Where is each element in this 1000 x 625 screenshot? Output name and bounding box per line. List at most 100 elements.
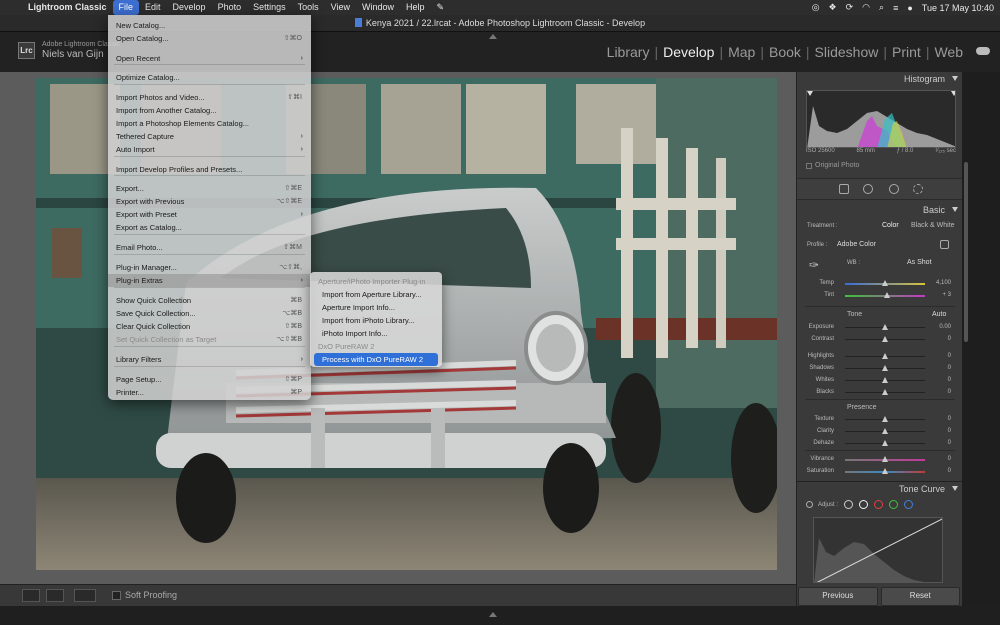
wb-select[interactable]: As Shot bbox=[907, 259, 932, 266]
file-menu-item[interactable]: Export with Preset › bbox=[108, 208, 311, 221]
green-channel-icon[interactable] bbox=[889, 500, 898, 509]
control-center-icon[interactable]: ≡ bbox=[893, 3, 898, 13]
submenu-item[interactable]: Import from Aperture Library... bbox=[314, 288, 438, 301]
menu-photo[interactable]: Photo bbox=[212, 0, 248, 15]
histogram-header[interactable]: Histogram bbox=[797, 72, 963, 86]
slider-knob[interactable] bbox=[882, 280, 888, 286]
file-menu-item[interactable]: Page Setup... ⇧⌘P bbox=[108, 373, 311, 386]
slider-knob[interactable] bbox=[882, 440, 888, 446]
module-book[interactable]: Book bbox=[764, 44, 806, 60]
wifi-icon[interactable]: ◠ bbox=[862, 2, 870, 13]
file-menu-item[interactable]: New Catalog... bbox=[108, 19, 311, 32]
right-panel-scrollbar[interactable] bbox=[962, 72, 1000, 606]
slider-value[interactable]: 0 bbox=[948, 416, 951, 422]
slider-knob[interactable] bbox=[882, 365, 888, 371]
slider-value[interactable]: 0 bbox=[948, 468, 951, 474]
before-after-swap-button[interactable] bbox=[74, 589, 96, 602]
menu-tools[interactable]: Tools bbox=[292, 0, 325, 15]
module-develop[interactable]: Develop bbox=[658, 44, 719, 60]
reset-button[interactable]: Reset bbox=[880, 587, 960, 606]
collapse-top-panel-icon[interactable] bbox=[489, 34, 497, 39]
slider-knob[interactable] bbox=[882, 456, 888, 462]
slider-value[interactable]: 0 bbox=[948, 389, 951, 395]
slider-value[interactable]: + 3 bbox=[942, 292, 951, 298]
healing-icon[interactable] bbox=[863, 184, 873, 194]
red-eye-icon[interactable] bbox=[889, 184, 899, 194]
loupe-view-button[interactable] bbox=[22, 589, 40, 602]
module-print[interactable]: Print bbox=[887, 44, 926, 60]
profile-select[interactable]: Adobe Color bbox=[837, 241, 876, 248]
file-menu-item[interactable]: Email Photo... ⇧⌘M bbox=[108, 241, 311, 254]
file-menu-item[interactable]: Optimize Catalog... bbox=[108, 71, 311, 84]
menu-develop[interactable]: Develop bbox=[167, 0, 212, 15]
slider-knob[interactable] bbox=[883, 292, 890, 298]
file-menu-item[interactable]: Plug-in Manager... ⌥⇧⌘, bbox=[108, 261, 311, 274]
tone-auto-button[interactable]: Auto bbox=[932, 311, 946, 318]
point-curve-icon[interactable] bbox=[859, 500, 868, 509]
slider-knob[interactable] bbox=[882, 468, 888, 474]
menu-app[interactable]: Lightroom Classic bbox=[22, 0, 113, 15]
submenu-item[interactable]: Process with DxO PureRAW 2 bbox=[314, 353, 438, 366]
menu-view[interactable]: View bbox=[325, 0, 356, 15]
treatment-bw[interactable]: Black & White bbox=[911, 222, 955, 229]
slider-knob[interactable] bbox=[882, 416, 888, 422]
file-menu-item[interactable]: Clear Quick Collection ⇧⌘B bbox=[108, 320, 311, 333]
menu-edit[interactable]: Edit bbox=[139, 0, 167, 15]
clock[interactable]: Tue 17 May 10:40 bbox=[922, 3, 994, 13]
slider-value[interactable]: 0 bbox=[948, 456, 951, 462]
slider-value[interactable]: 0 bbox=[948, 440, 951, 446]
submenu-item[interactable]: Aperture Import Info... bbox=[314, 301, 438, 314]
slider-value[interactable]: 0 bbox=[948, 428, 951, 434]
file-menu-item[interactable]: Export as Catalog... bbox=[108, 221, 311, 234]
slider-knob[interactable] bbox=[882, 336, 888, 342]
tone-curve-graph[interactable] bbox=[813, 517, 943, 583]
before-after-button[interactable] bbox=[46, 589, 64, 602]
file-menu-item[interactable]: Save Quick Collection... ⌥⌘B bbox=[108, 307, 311, 320]
slider-value[interactable]: 0 bbox=[948, 377, 951, 383]
scrollbar-thumb[interactable] bbox=[964, 162, 968, 342]
crop-icon[interactable] bbox=[839, 184, 849, 194]
menu-file[interactable]: File bbox=[112, 0, 140, 15]
original-photo-toggle[interactable]: Original Photo bbox=[806, 162, 859, 169]
treatment-color[interactable]: Color bbox=[882, 222, 899, 229]
slider-knob[interactable] bbox=[882, 324, 888, 330]
submenu-item[interactable]: iPhoto Import Info... bbox=[314, 327, 438, 340]
file-menu-item[interactable]: Library Filters › bbox=[108, 353, 311, 366]
file-menu-item[interactable]: Show Quick Collection ⌘B bbox=[108, 294, 311, 307]
menu-window[interactable]: Window bbox=[356, 0, 400, 15]
masking-icon[interactable] bbox=[913, 184, 923, 194]
slider-knob[interactable] bbox=[882, 377, 888, 383]
dropbox-icon[interactable]: ❖ bbox=[829, 2, 837, 13]
file-menu-item[interactable]: Plug-in Extras › bbox=[108, 274, 311, 287]
file-menu-item[interactable]: Import Photos and Video... ⇧⌘I bbox=[108, 91, 311, 104]
file-menu-item[interactable]: Printer... ⌘P bbox=[108, 386, 311, 399]
module-map[interactable]: Map bbox=[723, 44, 760, 60]
module-slideshow[interactable]: Slideshow bbox=[810, 44, 884, 60]
siri-icon[interactable]: ● bbox=[907, 3, 912, 13]
module-library[interactable]: Library bbox=[602, 44, 655, 60]
profile-browser-icon[interactable] bbox=[940, 240, 949, 249]
menu-help[interactable]: Help bbox=[400, 0, 431, 15]
slider-value[interactable]: 0 bbox=[948, 365, 951, 371]
slider-value[interactable]: 0 bbox=[948, 336, 951, 342]
slider-value[interactable]: 0.00 bbox=[939, 324, 951, 330]
original-photo-checkbox[interactable] bbox=[806, 162, 812, 169]
slider-value[interactable]: 0 bbox=[948, 353, 951, 359]
basic-header[interactable]: Basic bbox=[797, 203, 963, 217]
file-menu-item[interactable]: Import from Another Catalog... bbox=[108, 104, 311, 117]
menu-settings[interactable]: Settings bbox=[247, 0, 292, 15]
creative-cloud-icon[interactable]: ◎ bbox=[812, 2, 820, 13]
cloud-sync-icon[interactable] bbox=[976, 47, 990, 55]
soft-proofing-checkbox[interactable] bbox=[112, 590, 121, 600]
show-filmstrip-icon[interactable] bbox=[489, 612, 497, 617]
plugin-status-icon[interactable]: ✎ bbox=[431, 0, 451, 15]
file-menu-item[interactable]: Auto Import › bbox=[108, 143, 311, 156]
target-adjust-icon[interactable] bbox=[806, 501, 813, 508]
file-menu-item[interactable]: Export with Previous ⌥⇧⌘E bbox=[108, 195, 311, 208]
search-icon[interactable]: ⌕ bbox=[879, 2, 884, 13]
slider-knob[interactable] bbox=[882, 353, 888, 359]
submenu-item[interactable]: Import from iPhoto Library... bbox=[314, 314, 438, 327]
previous-button[interactable]: Previous bbox=[798, 587, 878, 606]
file-menu-item[interactable]: Tethered Capture › bbox=[108, 130, 311, 143]
slider-knob[interactable] bbox=[882, 389, 888, 395]
